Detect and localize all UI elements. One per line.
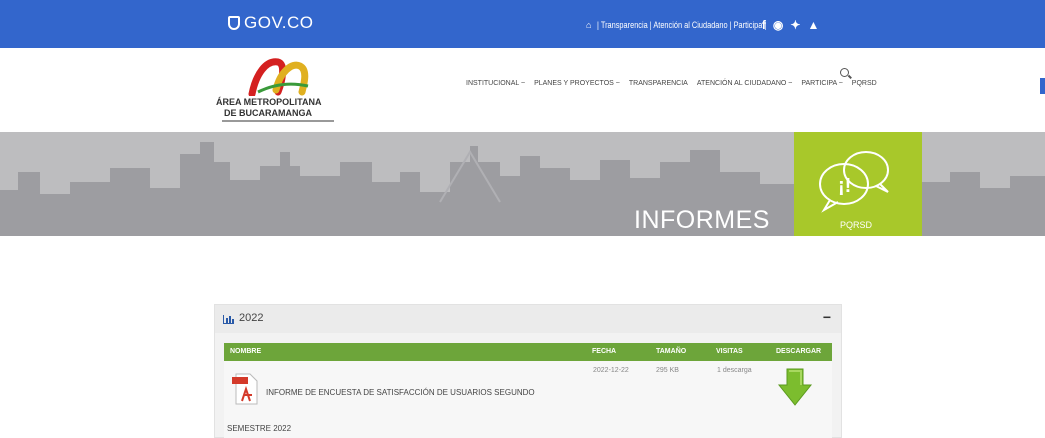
document-title[interactable]: INFORME DE ENCUESTA DE SATISFACCIÓN DE U… (266, 388, 535, 397)
side-tab[interactable] (1040, 78, 1045, 94)
document-title-continued[interactable]: SEMESTRE 2022 (227, 424, 291, 433)
main-nav: INSTITUCIONAL ~ PLANES Y PROYECTOS ~ TRA… (466, 80, 877, 87)
table-row: INFORME DE ENCUESTA DE SATISFACCIÓN DE U… (224, 361, 832, 438)
col-fecha[interactable]: FECHA (592, 348, 616, 355)
collapse-icon[interactable]: − (823, 309, 831, 325)
instagram-icon[interactable]: ◉ (773, 18, 783, 32)
home-icon[interactable]: ⌂ (586, 20, 591, 30)
document-size: 295 KB (656, 367, 679, 374)
top-links-text[interactable]: | Transparencia | Atención al Ciudadano … (597, 20, 766, 30)
documents-panel: 2022 − NOMBRE FECHA TAMAÑO VISITAS DESCA… (214, 304, 842, 438)
nav-transparencia[interactable]: TRANSPARENCIA (629, 80, 688, 87)
pqrsd-label: PQRSD (840, 220, 873, 230)
download-icon[interactable] (777, 367, 813, 407)
logo-line-2: DE BUCARAMANGA (224, 108, 312, 118)
table-header: NOMBRE FECHA TAMAÑO VISITAS DESCARGAR (224, 343, 832, 361)
twitter-icon[interactable]: ✦ (790, 18, 800, 32)
pdf-file-icon (232, 373, 258, 405)
top-bar: GOV.CO ⌂ | Transparencia | Atención al C… (0, 0, 1045, 48)
shield-icon (228, 16, 240, 30)
youtube-icon[interactable]: ▲ (807, 18, 819, 32)
gov-co-label: GOV.CO (244, 13, 314, 32)
logo-tagline (222, 120, 334, 122)
top-links: ⌂ | Transparencia | Atención al Ciudadan… (586, 18, 819, 32)
pqrsd-box[interactable]: ¡! PQRSD (794, 132, 922, 236)
social-icons: f ◉ ✦ ▲ (762, 18, 819, 32)
nav-institucional[interactable]: INSTITUCIONAL ~ (466, 80, 525, 87)
search-icon[interactable] (840, 68, 849, 77)
document-visits: 1 descarga (717, 367, 752, 374)
nav-participa[interactable]: PARTICIPA ~ (801, 80, 842, 87)
site-header: ÁREA METROPOLITANA DE BUCARAMANGA INSTIT… (0, 48, 1045, 132)
svg-text:¡!: ¡! (838, 175, 851, 197)
col-tamano[interactable]: TAMAÑO (656, 348, 686, 355)
gov-co-logo[interactable]: GOV.CO (228, 13, 313, 33)
amb-logo-mark (248, 58, 309, 96)
col-visitas[interactable]: VISITAS (716, 348, 743, 355)
nav-pqrsd[interactable]: PQRSD (852, 80, 877, 87)
panel-header[interactable]: 2022 − (215, 305, 841, 333)
page-title: INFORMES (634, 206, 770, 234)
nav-planes-proyectos[interactable]: PLANES Y PROYECTOS ~ (534, 80, 620, 87)
nav-atencion-ciudadano[interactable]: ATENCIÓN AL CIUDADANO ~ (697, 80, 793, 87)
year-label: 2022 (239, 312, 264, 324)
chat-bubbles-icon: ¡! (819, 151, 889, 213)
logo-line-1: ÁREA METROPOLITANA (216, 97, 322, 107)
page-banner: INFORMES ¡! PQRSD (0, 132, 1045, 236)
document-date: 2022-12-22 (593, 367, 629, 374)
amb-logo[interactable]: ÁREA METROPOLITANA DE BUCARAMANGA (216, 54, 346, 126)
col-nombre[interactable]: NOMBRE (230, 348, 261, 355)
bar-chart-icon (223, 315, 234, 324)
col-descargar[interactable]: DESCARGAR (776, 348, 821, 355)
